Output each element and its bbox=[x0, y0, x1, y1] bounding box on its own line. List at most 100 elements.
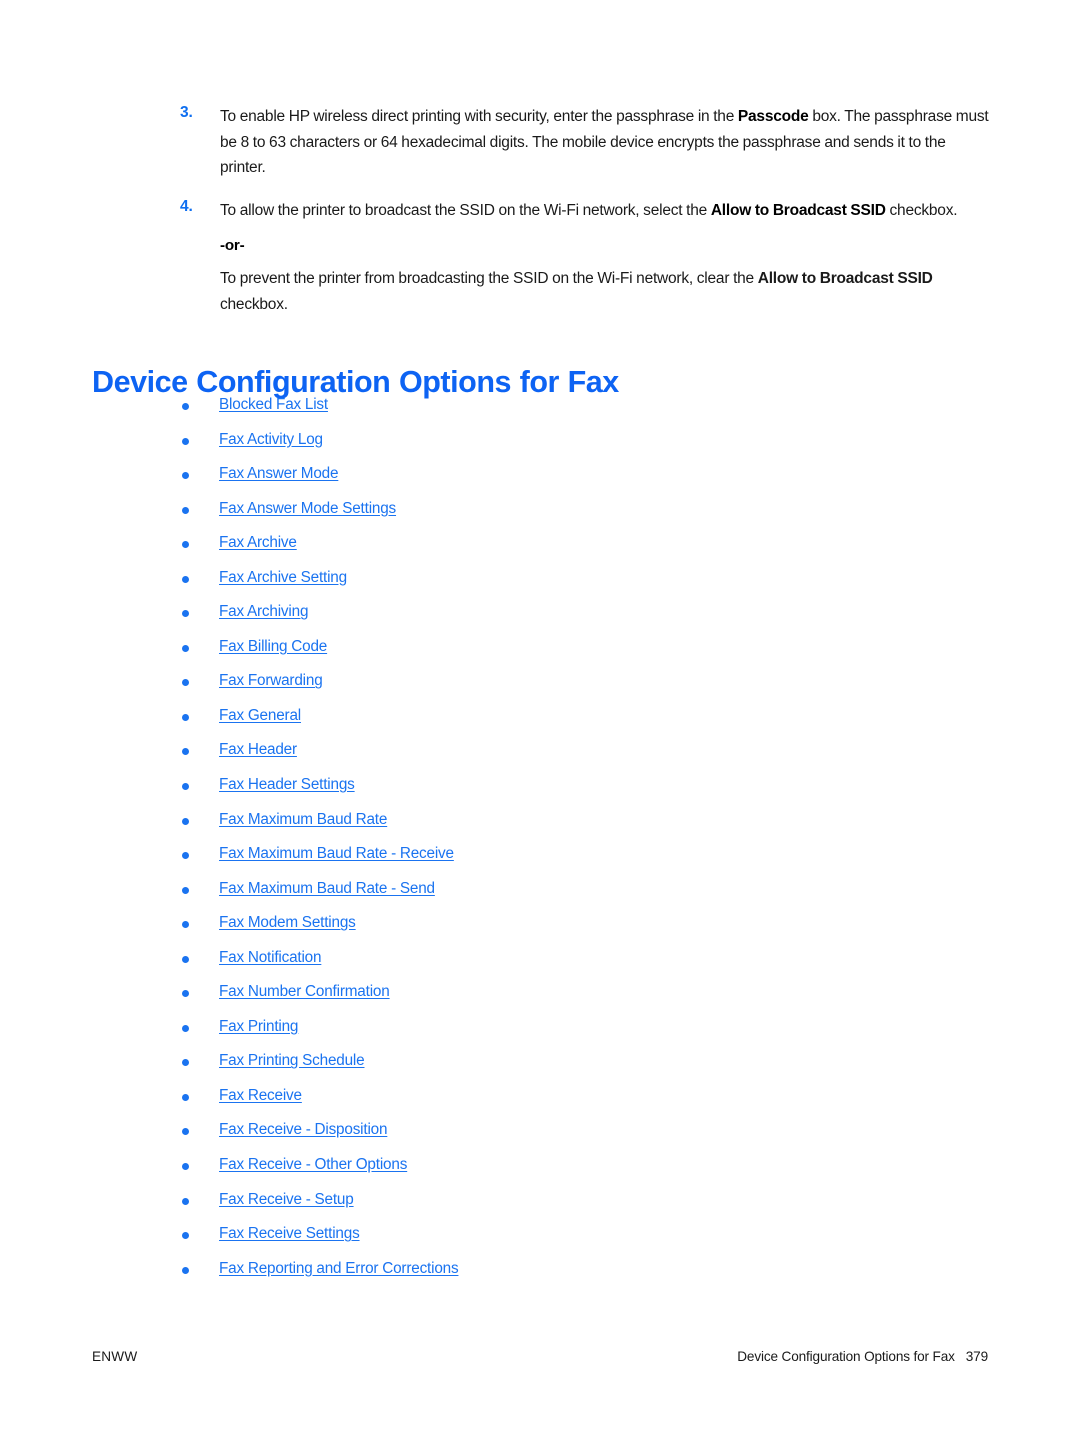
footer-section-title: Device Configuration Options for Fax bbox=[737, 1349, 955, 1364]
list-item: Fax Maximum Baud Rate - Receive bbox=[0, 845, 900, 880]
list-item: Fax Answer Mode bbox=[0, 465, 900, 500]
link-fax-modem-settings[interactable]: Fax Modem Settings bbox=[219, 914, 356, 932]
link-fax-maximum-baud-rate-receive[interactable]: Fax Maximum Baud Rate - Receive bbox=[219, 845, 454, 863]
bullet-icon bbox=[182, 817, 189, 825]
bullet-icon bbox=[182, 506, 189, 514]
list-item: Fax Receive Settings bbox=[0, 1225, 900, 1260]
bullet-icon bbox=[182, 748, 189, 756]
or-separator-label: -or- bbox=[220, 236, 245, 254]
bullet-icon bbox=[182, 1024, 189, 1032]
link-fax-general[interactable]: Fax General bbox=[219, 707, 301, 725]
step-3-bold-passcode: Passcode bbox=[737, 108, 809, 125]
alternate-instruction-paragraph: To prevent the printer from broadcasting… bbox=[92, 266, 992, 317]
link-fax-printing-schedule[interactable]: Fax Printing Schedule bbox=[219, 1052, 365, 1070]
link-fax-printing[interactable]: Fax Printing bbox=[219, 1018, 298, 1036]
bullet-icon bbox=[182, 955, 189, 963]
fax-options-link-list: Blocked Fax List Fax Activity Log Fax An… bbox=[0, 396, 900, 1294]
link-fax-receive-other-options[interactable]: Fax Receive - Other Options bbox=[219, 1156, 407, 1174]
link-fax-receive[interactable]: Fax Receive bbox=[219, 1087, 302, 1105]
step-4: 4. To allow the printer to broadcast the… bbox=[92, 198, 992, 224]
list-item: Fax Receive - Other Options bbox=[0, 1156, 900, 1191]
link-fax-receive-setup[interactable]: Fax Receive - Setup bbox=[219, 1191, 354, 1209]
link-fax-forwarding[interactable]: Fax Forwarding bbox=[219, 672, 323, 690]
alternate-segment-3: checkbox. bbox=[220, 295, 288, 313]
list-item: Fax Billing Code bbox=[0, 638, 900, 673]
link-fax-archive[interactable]: Fax Archive bbox=[219, 534, 297, 552]
step-4-segment-1: To allow the printer to broadcast the SS… bbox=[220, 202, 711, 220]
list-item: Fax Reporting and Error Corrections bbox=[0, 1260, 900, 1295]
list-item: Fax Receive bbox=[0, 1087, 900, 1122]
link-fax-maximum-baud-rate[interactable]: Fax Maximum Baud Rate bbox=[219, 811, 387, 829]
list-item: Fax Header Settings bbox=[0, 776, 900, 811]
alternate-segment-1: To prevent the printer from broadcasting… bbox=[220, 269, 758, 287]
list-item: Fax Archiving bbox=[0, 603, 900, 638]
link-fax-answer-mode[interactable]: Fax Answer Mode bbox=[219, 465, 339, 483]
bullet-icon bbox=[182, 1163, 189, 1171]
list-item: Fax Modem Settings bbox=[0, 914, 900, 949]
list-item: Fax General bbox=[0, 707, 900, 742]
list-item: Fax Activity Log bbox=[0, 431, 900, 466]
bullet-icon bbox=[182, 1093, 189, 1101]
list-item: Fax Answer Mode Settings bbox=[0, 500, 900, 535]
bullet-icon bbox=[182, 437, 189, 445]
bullet-icon bbox=[182, 644, 189, 652]
step-4-number: 4. bbox=[180, 198, 193, 216]
bullet-icon bbox=[182, 1197, 189, 1205]
bullet-icon bbox=[182, 403, 189, 410]
bullet-icon bbox=[182, 886, 189, 894]
step-3: 3. To enable HP wireless direct printing… bbox=[92, 104, 992, 181]
bullet-icon bbox=[182, 1232, 189, 1240]
link-fax-reporting-and-error-corrections[interactable]: Fax Reporting and Error Corrections bbox=[219, 1260, 459, 1278]
list-item: Fax Number Confirmation bbox=[0, 983, 900, 1018]
link-fax-header-settings[interactable]: Fax Header Settings bbox=[219, 776, 355, 794]
step-4-segment-3: checkbox. bbox=[885, 202, 958, 220]
bullet-icon bbox=[182, 1266, 189, 1274]
bullet-icon bbox=[182, 575, 189, 583]
link-fax-number-confirmation[interactable]: Fax Number Confirmation bbox=[219, 983, 390, 1001]
link-fax-notification[interactable]: Fax Notification bbox=[219, 949, 322, 967]
footer-page-number: 379 bbox=[965, 1349, 988, 1364]
step-3-number: 3. bbox=[180, 104, 193, 121]
bullet-icon bbox=[182, 1059, 189, 1067]
footer-section-reference: Device Configuration Options for Fax 379 bbox=[737, 1349, 988, 1364]
list-item: Fax Maximum Baud Rate bbox=[0, 811, 900, 846]
link-fax-activity-log[interactable]: Fax Activity Log bbox=[219, 431, 323, 449]
step-3-text: To enable HP wireless direct printing wi… bbox=[220, 104, 992, 181]
list-item: Fax Printing bbox=[0, 1018, 900, 1053]
bullet-icon bbox=[182, 852, 189, 860]
document-page: 3. To enable HP wireless direct printing… bbox=[0, 0, 1080, 1437]
link-fax-archiving[interactable]: Fax Archiving bbox=[219, 603, 308, 621]
bullet-icon bbox=[182, 541, 189, 549]
list-item: Fax Header bbox=[0, 741, 900, 776]
bullet-icon bbox=[182, 472, 189, 480]
bullet-icon bbox=[182, 921, 189, 929]
bullet-icon bbox=[182, 713, 189, 721]
alternate-bold-allow-broadcast-ssid: Allow to Broadcast SSID bbox=[757, 269, 933, 287]
list-item: Fax Archive bbox=[0, 534, 900, 569]
link-fax-receive-settings[interactable]: Fax Receive Settings bbox=[219, 1225, 360, 1243]
list-item: Fax Receive - Disposition bbox=[0, 1121, 900, 1156]
list-item: Blocked Fax List bbox=[0, 396, 900, 431]
list-item: Fax Archive Setting bbox=[0, 569, 900, 604]
link-fax-archive-setting[interactable]: Fax Archive Setting bbox=[219, 569, 347, 587]
list-item: Fax Forwarding bbox=[0, 672, 900, 707]
bullet-icon bbox=[182, 610, 189, 618]
step-3-segment-1: To enable HP wireless direct printing wi… bbox=[220, 108, 738, 125]
list-item: Fax Notification bbox=[0, 949, 900, 984]
link-fax-billing-code[interactable]: Fax Billing Code bbox=[219, 638, 327, 656]
link-fax-answer-mode-settings[interactable]: Fax Answer Mode Settings bbox=[219, 500, 396, 518]
numbered-step-list: 3. To enable HP wireless direct printing… bbox=[92, 104, 992, 317]
list-item: Fax Printing Schedule bbox=[0, 1052, 900, 1087]
link-fax-header[interactable]: Fax Header bbox=[219, 741, 297, 759]
link-fax-maximum-baud-rate-send[interactable]: Fax Maximum Baud Rate - Send bbox=[219, 880, 435, 898]
page-footer: ENWW Device Configuration Options for Fa… bbox=[92, 1349, 988, 1371]
link-fax-receive-disposition[interactable]: Fax Receive - Disposition bbox=[219, 1121, 388, 1139]
bullet-icon bbox=[182, 990, 189, 998]
bullet-icon bbox=[182, 783, 189, 791]
link-blocked-fax-list[interactable]: Blocked Fax List bbox=[219, 396, 328, 414]
list-item: Fax Maximum Baud Rate - Send bbox=[0, 880, 900, 915]
footer-locale-code: ENWW bbox=[92, 1349, 138, 1364]
bullet-icon bbox=[182, 679, 189, 687]
step-4-text: To allow the printer to broadcast the SS… bbox=[220, 198, 992, 224]
bullet-icon bbox=[182, 1128, 189, 1136]
